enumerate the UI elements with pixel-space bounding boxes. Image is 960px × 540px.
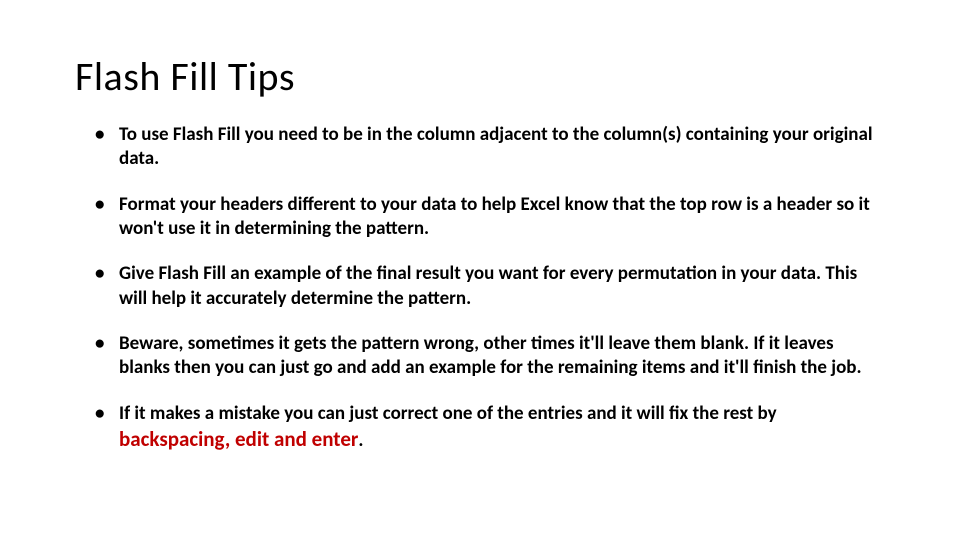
list-item: If it makes a mistake you can just corre… xyxy=(95,402,885,454)
list-item: Give Flash Fill an example of the final … xyxy=(95,262,885,311)
list-item-suffix: . xyxy=(358,429,363,452)
slide-title: Flash Fill Tips xyxy=(75,52,885,101)
list-item: To use Flash Fill you need to be in the … xyxy=(95,123,885,172)
bullet-list: To use Flash Fill you need to be in the … xyxy=(75,123,885,453)
highlight-text: backspacing, edit and enter xyxy=(119,426,358,452)
list-item: Beware, sometimes it gets the pattern wr… xyxy=(95,332,885,381)
list-item-prefix: If it makes a mistake you can just corre… xyxy=(119,402,777,425)
list-item: Format your headers different to your da… xyxy=(95,193,885,242)
